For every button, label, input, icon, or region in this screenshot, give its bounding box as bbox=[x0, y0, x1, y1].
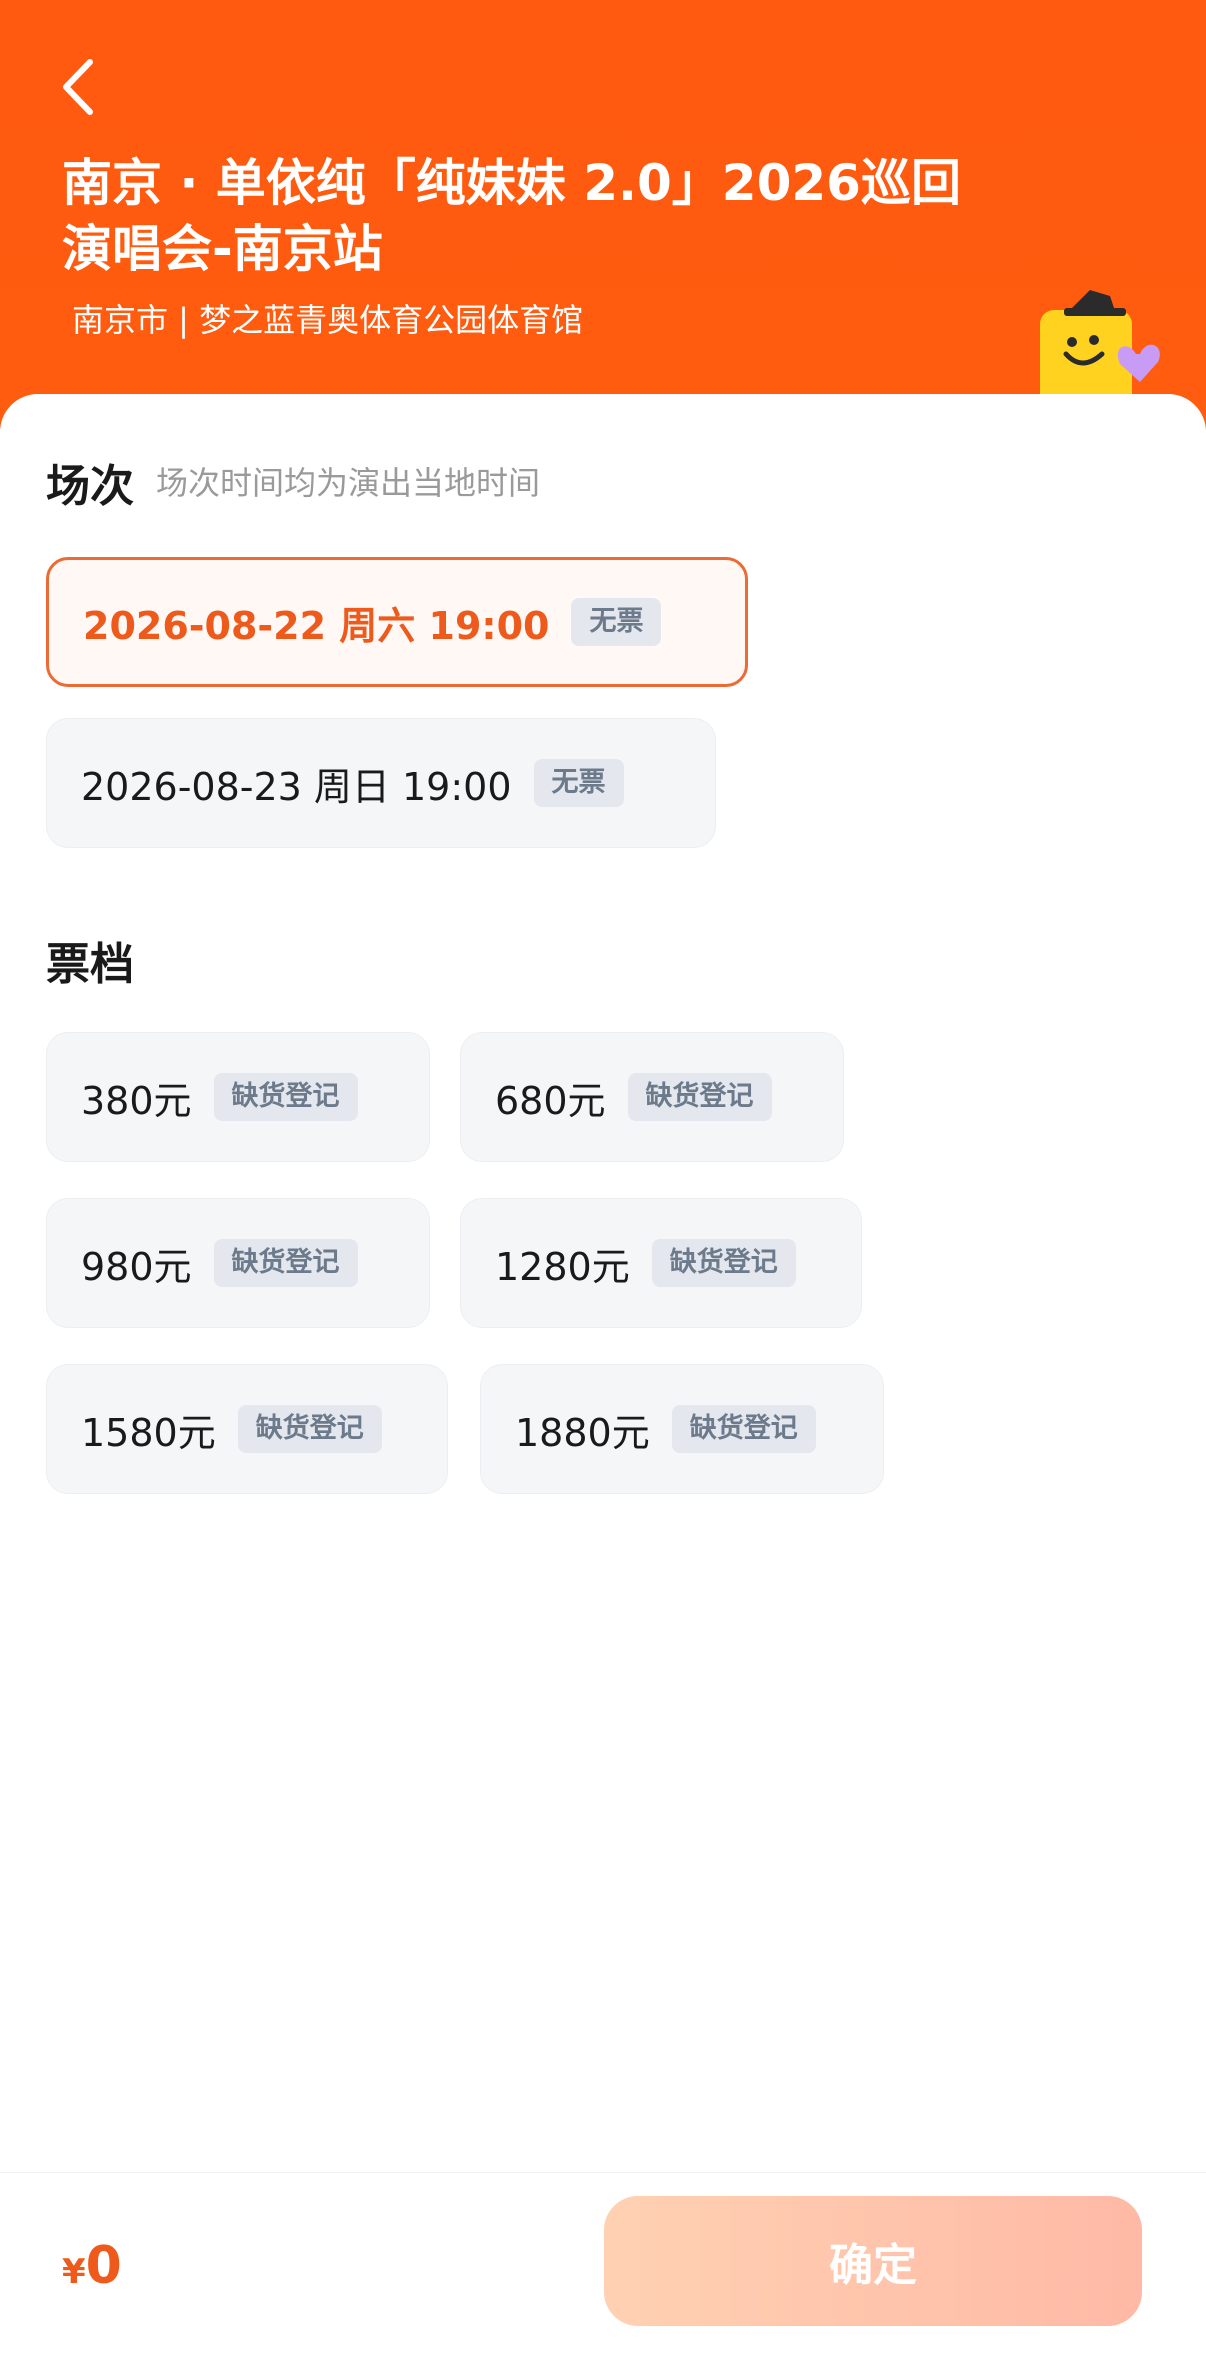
ticket-option[interactable]: 680元 缺货登记 bbox=[460, 1032, 844, 1162]
ticket-price: 680元 bbox=[495, 1078, 606, 1123]
waitlist-badge: 缺货登记 bbox=[213, 1239, 358, 1287]
session-date: 2026-08-23 周日 19:00 bbox=[81, 764, 512, 809]
ticket-price: 380元 bbox=[81, 1078, 192, 1123]
event-venue: 南京市 | 梦之蓝青奥体育公园体育馆 bbox=[72, 301, 584, 339]
waitlist-badge: 缺货登记 bbox=[627, 1073, 772, 1121]
no-ticket-badge: 无票 bbox=[533, 759, 624, 807]
session-option[interactable]: 2026-08-23 周日 19:00 无票 bbox=[46, 718, 716, 848]
waitlist-badge: 缺货登记 bbox=[213, 1073, 358, 1121]
back-chevron-icon bbox=[63, 59, 93, 115]
total-price: ¥0 bbox=[62, 2236, 122, 2296]
ticket-option[interactable]: 1880元 缺货登记 bbox=[480, 1364, 884, 1494]
ticket-option[interactable]: 1580元 缺货登记 bbox=[46, 1364, 448, 1494]
sessions-title: 场次 bbox=[46, 461, 134, 512]
session-date: 2026-08-22 周六 19:00 bbox=[83, 603, 550, 648]
waitlist-badge: 缺货登记 bbox=[237, 1405, 382, 1453]
waitlist-badge: 缺货登记 bbox=[671, 1405, 816, 1453]
waitlist-badge: 缺货登记 bbox=[651, 1239, 796, 1287]
session-option-selected[interactable]: 2026-08-22 周六 19:00 无票 bbox=[46, 557, 748, 687]
confirm-button[interactable]: 确定 bbox=[604, 2196, 1142, 2326]
ticket-option[interactable]: 380元 缺货登记 bbox=[46, 1032, 430, 1162]
event-title-line1: 南京 · 单依纯「纯妹妹 2.0」2026巡回 bbox=[62, 154, 961, 212]
no-ticket-badge: 无票 bbox=[571, 598, 662, 646]
ticket-price: 1880元 bbox=[515, 1410, 650, 1455]
ticket-price: 1580元 bbox=[81, 1410, 216, 1455]
price-amount: 0 bbox=[85, 2236, 122, 2296]
currency-symbol: ¥ bbox=[62, 2252, 86, 2292]
ticket-price: 1280元 bbox=[495, 1244, 630, 1289]
back-button[interactable] bbox=[52, 52, 112, 122]
event-title-line2: 演唱会-南京站 bbox=[62, 220, 383, 278]
tickets-title: 票档 bbox=[46, 939, 134, 990]
ticket-option[interactable]: 980元 缺货登记 bbox=[46, 1198, 430, 1328]
ticket-price: 980元 bbox=[81, 1244, 192, 1289]
ticket-option[interactable]: 1280元 缺货登记 bbox=[460, 1198, 862, 1328]
event-title: 南京 · 单依纯「纯妹妹 2.0」2026巡回 演唱会-南京站 bbox=[62, 150, 1002, 282]
sessions-hint: 场次时间均为演出当地时间 bbox=[156, 464, 541, 502]
header: 南京 · 单依纯「纯妹妹 2.0」2026巡回 演唱会-南京站 南京市 | 梦之… bbox=[0, 0, 1206, 430]
